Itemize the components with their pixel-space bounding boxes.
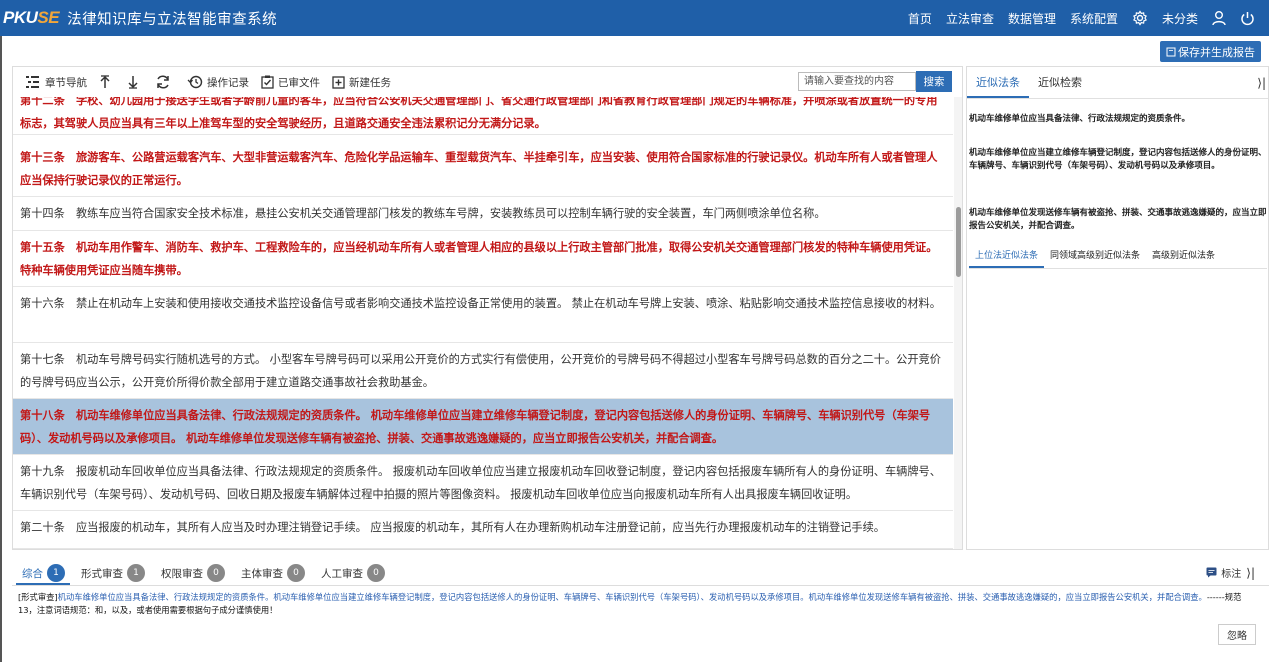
tab-form-review-label: 形式审查	[81, 567, 123, 580]
user-icon[interactable]	[1212, 10, 1226, 26]
comment-icon	[1206, 567, 1217, 578]
reviewed-files-button[interactable]: 已审文件	[261, 75, 320, 90]
document-panel: 章节导航 操作记录 已审文件 新建任务 搜索 第十二条 学校、幼儿园用于接送学生…	[12, 66, 963, 550]
article-item[interactable]: 第十九条 报废机动车回收单位应当具备法律、行政法规规定的资质条件。 报废机动车回…	[13, 455, 953, 511]
similar-clauses-panel: 近似法条 近似检索 ⟩| 机动车维修单位应当具备法律、行政法规规定的资质条件。 …	[966, 66, 1269, 550]
refresh-button[interactable]	[155, 75, 175, 89]
logo-part1: PKU	[3, 8, 38, 27]
document-toolbar: 章节导航 操作记录 已审文件 新建任务 搜索	[13, 67, 962, 97]
similar-clause-text: 机动车维修单位应当具备法律、行政法规规定的资质条件。	[969, 114, 1191, 124]
collapse-bottom-icon[interactable]: ⟩|	[1246, 566, 1255, 580]
settings-icon[interactable]	[1132, 10, 1148, 26]
chapter-nav-button[interactable]: 章节导航	[25, 75, 87, 90]
new-task-icon	[332, 76, 345, 89]
right-tabs: 近似法条 近似检索	[967, 67, 1268, 99]
save-and-report-button[interactable]: 保存并生成报告	[1160, 41, 1261, 62]
count-badge: 1	[47, 564, 65, 582]
tab-authority-review[interactable]: 权限审查 0	[161, 564, 225, 582]
tab-subject-review-label: 主体审查	[241, 567, 283, 580]
nav-legislative-review[interactable]: 立法审查	[946, 10, 994, 27]
reviewed-files-icon	[261, 75, 274, 89]
app-title: 法律知识库与立法智能审查系统	[67, 11, 278, 28]
review-panel: 综合 1 形式审查 1 权限审查 0 主体审查 0 人工审查 0 标注 ⟩| […	[12, 553, 1269, 662]
review-quote: 机动车维修单位应当具备法律、行政法规规定的资质条件。机动车维修单位应当建立维修车…	[57, 592, 1207, 602]
annotate-button[interactable]: 标注 ⟩|	[1206, 565, 1255, 580]
article-item[interactable]: 第十七条 机动车号牌号码实行随机选号的方式。 小型客车号牌号码可以采用公开竞价的…	[13, 343, 953, 399]
app-logo: PKUSE	[3, 8, 60, 28]
tab-subject-review[interactable]: 主体审查 0	[241, 564, 305, 582]
power-icon[interactable]	[1240, 11, 1255, 26]
similar-clause-text: 机动车维修单位应当建立维修车辆登记制度，登记内容包括送修人的身份证明、车辆牌号、…	[969, 148, 1267, 171]
logo-part2: SE	[37, 8, 60, 27]
chapter-nav-label: 章节导航	[45, 76, 87, 89]
count-badge: 0	[287, 564, 305, 582]
clause-level-tabs: 上位法近似法条 同领域高级别近似法条 高级别近似法条	[969, 247, 1267, 269]
nav-home[interactable]: 首页	[908, 10, 932, 27]
top-navbar: PKUSE 法律知识库与立法智能审查系统 首页 立法审查 数据管理 系统配置 未…	[0, 0, 1269, 36]
article-item[interactable]: 第十六条 禁止在机动车上安装和使用接收交通技术监控设备信号或者影响交通技术监控设…	[13, 287, 953, 343]
tab-upper-law[interactable]: 上位法近似法条	[969, 247, 1045, 268]
history-button[interactable]: 操作记录	[187, 75, 249, 90]
article-item[interactable]: 第十五条 机动车用作警车、消防车、救护车、工程救险车的，应当经机动车所有人或者管…	[13, 231, 953, 287]
annotate-label: 标注	[1221, 569, 1242, 580]
tab-manual-review[interactable]: 人工审查 0	[321, 564, 385, 582]
new-task-label: 新建任务	[349, 76, 391, 89]
arrow-up-icon	[100, 75, 110, 88]
arrow-down-icon	[128, 76, 138, 89]
tab-summary[interactable]: 综合 1	[22, 564, 65, 582]
collapse-panel-icon[interactable]: ⟩|	[1257, 76, 1266, 90]
article-list: 第十二条 学校、幼儿园用于接送学生或者学龄前儿童的客车，应当符合公安机关交通管理…	[13, 97, 953, 549]
article-item[interactable]: 第二十条 应当报废的机动车，其所有人应当及时办理注销登记手续。 应当报废的机动车…	[13, 511, 953, 549]
review-tabs: 综合 1 形式审查 1 权限审查 0 主体审查 0 人工审查 0	[12, 562, 401, 584]
arrow-down-button[interactable]	[127, 75, 143, 89]
tab-similar-search[interactable]: 近似检索	[1029, 67, 1091, 98]
save-button-label: 保存并生成报告	[1178, 45, 1255, 59]
save-icon	[1166, 47, 1176, 56]
arrow-up-button[interactable]	[99, 75, 115, 89]
article-item[interactable]: 第十二条 学校、幼儿园用于接送学生或者学龄前儿童的客车，应当符合公安机关交通管理…	[13, 97, 953, 135]
review-prefix: [形式审查]	[18, 592, 58, 602]
chapter-nav-icon	[26, 76, 39, 88]
scrollbar-thumb[interactable]	[956, 207, 961, 277]
nav-category[interactable]: 未分类	[1162, 10, 1198, 27]
divider	[12, 585, 1269, 586]
article-item[interactable]: 第十三条 旅游客车、公路营运载客汽车、大型非营运载客汽车、危险化学品运输车、重型…	[13, 141, 953, 197]
count-badge: 0	[367, 564, 385, 582]
article-item-selected[interactable]: 第十八条 机动车维修单位应当具备法律、行政法规规定的资质条件。 机动车维修单位应…	[13, 399, 953, 455]
new-task-button[interactable]: 新建任务	[332, 75, 391, 90]
tab-same-field-high-level[interactable]: 同领域高级别近似法条	[1044, 247, 1146, 268]
count-badge: 0	[207, 564, 225, 582]
similar-clause-text: 机动车维修单位发现送修车辆有被盗抢、拼装、交通事故逃逸嫌疑的，应当立即报告公安机…	[969, 208, 1267, 231]
article-item[interactable]: 第十四条 教练车应当符合国家安全技术标准，悬挂公安机关交通管理部门核发的教练车号…	[13, 197, 953, 231]
history-icon	[187, 75, 203, 89]
tab-high-level[interactable]: 高级别近似法条	[1146, 247, 1221, 268]
reviewed-files-label: 已审文件	[278, 76, 320, 89]
tab-authority-review-label: 权限审查	[161, 567, 203, 580]
nav-system-config[interactable]: 系统配置	[1070, 10, 1118, 27]
tab-manual-review-label: 人工审查	[321, 567, 363, 580]
ignore-button[interactable]: 忽略	[1218, 624, 1256, 645]
left-border	[0, 36, 2, 662]
article-scrollbar[interactable]	[954, 97, 962, 549]
review-result: [形式审查]机动车维修单位应当具备法律、行政法规规定的资质条件。机动车维修单位应…	[18, 591, 1258, 617]
top-nav: 首页 立法审查 数据管理 系统配置 未分类	[908, 0, 1269, 36]
tab-similar-clauses[interactable]: 近似法条	[967, 67, 1029, 98]
search-input[interactable]	[798, 72, 916, 91]
tab-summary-label: 综合	[22, 567, 43, 580]
search-button[interactable]: 搜索	[916, 71, 952, 92]
tab-form-review[interactable]: 形式审查 1	[81, 564, 145, 582]
nav-data-management[interactable]: 数据管理	[1008, 10, 1056, 27]
history-label: 操作记录	[207, 76, 249, 89]
refresh-icon	[157, 75, 169, 89]
count-badge: 1	[127, 564, 145, 582]
